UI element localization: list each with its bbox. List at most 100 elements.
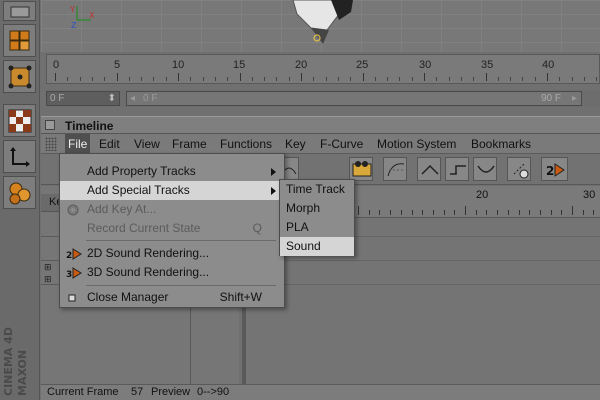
ruler-tick-mark	[460, 77, 462, 81]
menu-f-curve[interactable]: F-Curve	[320, 134, 363, 154]
frame-range-bar: 0 F ⬍ ◂ 0 F 90 F ▸	[46, 90, 600, 107]
ruler-tick-mark	[227, 77, 229, 81]
ruler-tick-mark	[559, 77, 561, 81]
svg-text:X: X	[89, 11, 95, 20]
axis-tool-button[interactable]	[3, 1, 36, 21]
grip-icon[interactable]	[45, 137, 57, 151]
menu-separator	[86, 240, 276, 241]
menu-item-add-key-at[interactable]: Add Key At...	[60, 200, 284, 219]
ruler-tick-mark	[79, 77, 81, 81]
ruler-tick-mark	[239, 73, 241, 81]
ease-icon	[477, 165, 495, 173]
texture-mode-button[interactable]	[3, 104, 36, 137]
key-ruler-tick: 30	[583, 189, 596, 201]
menu-bookmarks[interactable]: Bookmarks	[471, 134, 531, 154]
key-ruler-tick-mark	[497, 210, 499, 215]
submenu-item-label: Time Track	[286, 182, 345, 196]
toolbar-button-peak[interactable]	[417, 157, 441, 181]
object-mode-button[interactable]	[3, 176, 36, 209]
peak-icon	[421, 164, 439, 175]
close-panel-icon[interactable]	[45, 120, 55, 130]
ruler-tick-mark	[350, 77, 352, 81]
menu-item-record-current-state[interactable]: Record Current State Q	[60, 219, 284, 238]
menu-item-label: Record Current State	[87, 221, 201, 235]
ruler-tick-mark	[436, 77, 438, 81]
ruler-tick-mark	[583, 77, 585, 81]
axis-mode-button[interactable]	[3, 140, 36, 173]
ruler-tick-mark	[473, 77, 475, 81]
special-tracks-submenu: Time Track Morph PLA Sound	[279, 179, 355, 256]
menu-item-shortcut: Shift+W	[219, 290, 262, 304]
menu-file[interactable]: File	[65, 134, 91, 154]
ruler-tick-mark	[214, 77, 216, 81]
submenu-item-pla[interactable]: PLA	[280, 218, 354, 237]
menu-view[interactable]: View	[134, 134, 160, 154]
submenu-item-label: Morph	[286, 201, 321, 215]
menu-key[interactable]: Key	[285, 134, 306, 154]
sound-2d-icon: 2	[546, 163, 565, 178]
menu-item-label: Close Manager	[87, 290, 169, 304]
key-ruler-tick-mark	[593, 210, 595, 215]
key-ruler-tick-mark	[411, 210, 413, 215]
step-icon	[450, 165, 466, 175]
key-ruler-tick-mark	[400, 210, 402, 215]
axis-icon	[10, 6, 30, 18]
expand-icon[interactable]: ⊞	[44, 274, 52, 285]
ruler-tick-mark	[399, 77, 401, 81]
status-bar: Current Frame 57 Preview 0-->90	[41, 384, 600, 400]
polygon-mode-button[interactable]	[3, 24, 36, 57]
timeline-title-bar: Timeline	[41, 116, 600, 134]
sound-2d-icon: 2	[66, 248, 82, 261]
key-ruler-tick-mark	[465, 206, 466, 215]
menu-item-2d-sound-rendering[interactable]: 2 2D Sound Rendering...	[60, 244, 284, 263]
viewport[interactable]: Y X Z	[41, 0, 600, 52]
ruler-tick-mark	[534, 77, 536, 81]
brand-line1: MAXON	[16, 349, 29, 396]
submenu-item-sound[interactable]: Sound	[280, 237, 354, 256]
ruler-tick-mark	[91, 77, 93, 81]
menu-item-label: Add Special Tracks	[87, 183, 190, 197]
frame-range-slider[interactable]: ◂ 0 F 90 F ▸	[126, 91, 582, 106]
menu-edit[interactable]: Edit	[99, 134, 120, 154]
toolbar-button-step[interactable]	[445, 157, 469, 181]
ruler-tick-mark	[411, 77, 413, 81]
end-frame-value: 90 F	[540, 93, 561, 104]
toolbar-button-2d-sound[interactable]: 2	[541, 157, 568, 181]
grid-line	[242, 284, 600, 285]
points-mode-button[interactable]	[3, 60, 36, 93]
menu-functions[interactable]: Functions	[220, 134, 272, 154]
start-frame-field[interactable]: 0 F ⬍	[46, 91, 120, 106]
key-ruler-tick-mark	[368, 210, 370, 215]
animation-ruler[interactable]: 0 5 10 15 20 25 30 35 40 45 50 55	[46, 54, 600, 84]
key-ruler-tick-mark	[486, 210, 488, 215]
ruler-tick-mark	[325, 77, 327, 81]
ruler-tick-mark	[424, 73, 425, 81]
toolbar-button-keys[interactable]	[507, 157, 531, 181]
menu-item-add-special-tracks[interactable]: Add Special Tracks	[60, 181, 284, 200]
toolbar-button-film[interactable]	[349, 157, 373, 181]
sound-3d-icon: 3	[66, 267, 82, 280]
toolbar-button-ease[interactable]	[473, 157, 497, 181]
menu-item-3d-sound-rendering[interactable]: 3 3D Sound Rendering...	[60, 263, 284, 282]
expand-icon[interactable]: ⊞	[44, 262, 52, 273]
menu-item-close-manager[interactable]: Close Manager Shift+W	[60, 288, 284, 307]
timeline-menubar: File Edit View Frame Functions Key F-Cur…	[41, 134, 600, 154]
ruler-tick-mark	[510, 77, 512, 81]
key-ruler-tick-mark	[454, 210, 456, 215]
start-frame-value: 0 F	[50, 93, 65, 104]
submenu-item-time-track[interactable]: Time Track	[280, 180, 354, 199]
submenu-item-morph[interactable]: Morph	[280, 199, 354, 218]
ruler-tick-mark	[448, 77, 450, 81]
svg-text:3: 3	[66, 270, 72, 280]
toolbar-button-curve[interactable]	[383, 157, 407, 181]
menu-motion-system[interactable]: Motion System	[377, 134, 456, 154]
curve-icon	[387, 163, 405, 177]
ruler-tick-label: 10	[172, 59, 185, 71]
ruler-tick-mark	[178, 73, 179, 81]
ruler-tick-mark	[264, 77, 266, 81]
tool-palette: MAXON CINEMA 4D	[0, 0, 40, 400]
ruler-tick-mark	[522, 77, 524, 81]
menu-frame[interactable]: Frame	[172, 134, 207, 154]
keys-icon	[513, 163, 529, 179]
menu-item-add-property-tracks[interactable]: Add Property Tracks	[60, 162, 284, 181]
